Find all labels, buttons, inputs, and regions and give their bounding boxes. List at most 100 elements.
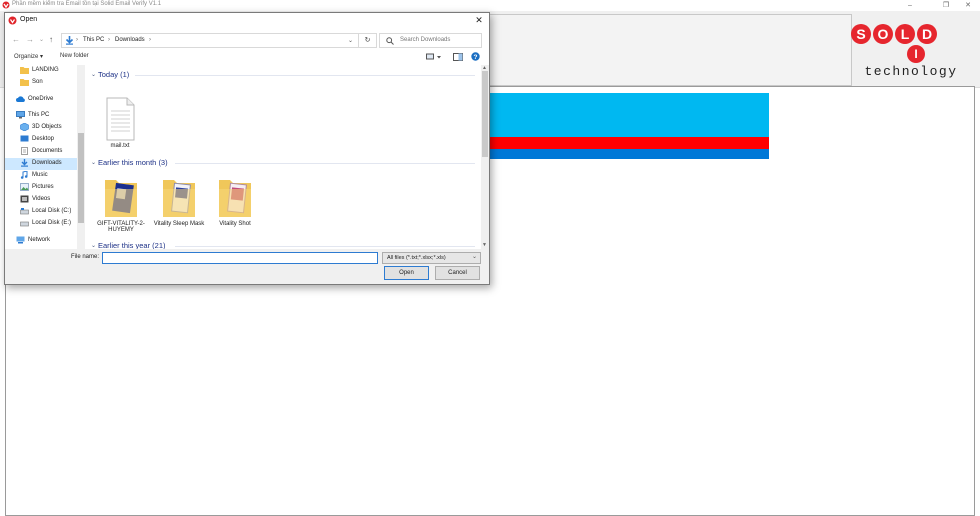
- nav-item-downloads[interactable]: Downloads: [5, 158, 77, 170]
- view-options-icon[interactable]: [426, 53, 442, 61]
- search-input[interactable]: Search Downloads: [400, 37, 450, 43]
- folder-item[interactable]: Vitality Shot: [209, 175, 261, 227]
- address-dropdown-icon[interactable]: ⌄: [348, 37, 353, 44]
- download-icon: [21, 159, 28, 167]
- nav-item-network[interactable]: Network: [5, 235, 73, 247]
- help-icon[interactable]: ?: [471, 52, 480, 61]
- file-type-value: All files (*.txt;*.xlsx;*.xls): [387, 255, 446, 261]
- nav-item-videos[interactable]: Videos: [5, 194, 77, 206]
- disk-icon: [20, 208, 29, 215]
- dialog-close-button[interactable]: ✕: [472, 14, 486, 26]
- nav-item-landing[interactable]: LANDING: [5, 65, 77, 77]
- grid-row[interactable]: [486, 121, 769, 137]
- nav-item-documents[interactable]: Documents: [5, 146, 77, 158]
- dialog-footer: File name: All files (*.txt;*.xlsx;*.xls…: [5, 249, 489, 284]
- group-header-earlier-this-year[interactable]: Earlier this year (21): [98, 241, 166, 249]
- group-divider: [175, 163, 475, 164]
- svg-text:S: S: [856, 26, 865, 42]
- group-header-earlier-this-month[interactable]: Earlier this month (3): [98, 158, 168, 167]
- organize-menu[interactable]: Organize ▾: [14, 53, 43, 60]
- nav-item-local-disk-e[interactable]: Local Disk (E:): [5, 218, 77, 230]
- folder-with-preview-icon: [105, 180, 137, 217]
- folder-icon: [20, 79, 29, 86]
- nav-item-desktop[interactable]: Desktop: [5, 134, 77, 146]
- documents-icon: [21, 147, 28, 155]
- app-title: Phần mềm kiểm tra Email tồn tại Solid Em…: [12, 1, 162, 7]
- text-file-icon: [106, 97, 135, 141]
- breadcrumb-sep-icon: ›: [149, 37, 151, 43]
- grid-row[interactable]: [486, 107, 769, 121]
- refresh-button[interactable]: ↻: [358, 33, 377, 48]
- nav-scrollbar-thumb[interactable]: [78, 133, 84, 223]
- maximize-button[interactable]: ❐: [936, 0, 956, 11]
- breadcrumb-downloads[interactable]: Downloads: [115, 37, 145, 43]
- forward-arrow-icon[interactable]: →: [26, 35, 34, 44]
- search-icon: [386, 37, 394, 45]
- file-type-select[interactable]: All files (*.txt;*.xlsx;*.xls) ⌄: [382, 252, 481, 264]
- dialog-title: Open: [20, 16, 38, 23]
- folder-item[interactable]: GIFT-VITALITY-2-HUYEMY: [95, 175, 147, 233]
- nav-item-onedrive[interactable]: OneDrive: [5, 94, 73, 106]
- collapse-chevron-icon[interactable]: ⌄: [91, 71, 96, 78]
- breadcrumb-this-pc[interactable]: This PC: [83, 37, 104, 43]
- scroll-up-icon[interactable]: ▲: [482, 65, 487, 71]
- file-name-input[interactable]: [102, 252, 378, 264]
- nav-item-local-disk-c[interactable]: Local Disk (C:): [5, 206, 77, 218]
- pc-icon: [16, 111, 25, 119]
- folder-item[interactable]: Vitality Sleep Mask: [153, 175, 205, 227]
- up-arrow-icon[interactable]: ↑: [49, 35, 53, 44]
- new-folder-button[interactable]: New folder: [60, 53, 89, 59]
- file-name: Vitality Shot: [219, 221, 251, 227]
- search-box[interactable]: Search Downloads: [379, 33, 482, 48]
- grid-row[interactable]: [486, 149, 769, 159]
- file-name: GIFT-VITALITY-2-HUYEMY: [97, 221, 145, 233]
- breadcrumb-sep-icon: ›: [76, 37, 78, 43]
- breadcrumb-sep-icon: ›: [108, 37, 110, 43]
- file-name-label: File name:: [71, 254, 100, 260]
- group-header-today[interactable]: Today (1): [98, 70, 129, 79]
- recent-chevron-icon[interactable]: ⌄: [39, 36, 44, 43]
- address-bar-row: ← → ⌄ ↑ › This PC › Downloads › ⌄ ↻ Sear…: [5, 31, 489, 49]
- grid-row[interactable]: [486, 137, 769, 149]
- cloud-icon: [16, 96, 25, 102]
- videos-icon: [20, 195, 29, 203]
- cube-icon: [20, 123, 29, 131]
- svg-text:technology: technology: [864, 64, 957, 78]
- close-app-button[interactable]: ✕: [958, 0, 978, 11]
- file-item[interactable]: mail.txt: [94, 97, 146, 149]
- nav-item-son[interactable]: Son: [5, 77, 77, 89]
- disk-icon: [20, 221, 29, 227]
- desktop-icon: [20, 135, 29, 142]
- folder-icon: [20, 67, 29, 74]
- nav-item-music[interactable]: Music: [5, 170, 77, 182]
- downloads-location-icon: [65, 36, 74, 45]
- nav-item-this-pc[interactable]: This PC: [5, 110, 73, 122]
- svg-text:L: L: [901, 26, 910, 42]
- dialog-app-icon: [8, 16, 17, 25]
- group-divider: [175, 246, 475, 247]
- file-name: Vitality Sleep Mask: [153, 221, 205, 227]
- scroll-down-icon[interactable]: ▼: [482, 242, 487, 248]
- open-button[interactable]: Open: [384, 266, 429, 280]
- grid-row[interactable]: [486, 93, 769, 107]
- nav-item-pictures[interactable]: Pictures: [5, 182, 77, 194]
- cancel-button[interactable]: Cancel: [435, 266, 480, 280]
- file-type-dropdown-icon: ⌄: [471, 254, 477, 260]
- solid-technology-logo: S O L D I technology: [851, 24, 957, 78]
- file-list-scrollbar-thumb[interactable]: [482, 71, 488, 157]
- app-titlebar: Phần mềm kiểm tra Email tồn tại Solid Em…: [0, 0, 980, 11]
- back-arrow-icon[interactable]: ←: [12, 35, 20, 44]
- folder-with-preview-icon: [219, 180, 251, 217]
- folder-with-preview-icon: [163, 180, 195, 217]
- preview-pane-icon[interactable]: [453, 53, 463, 61]
- nav-item-3d-objects[interactable]: 3D Objects: [5, 122, 77, 134]
- group-divider: [135, 75, 475, 76]
- dialog-toolbar: Organize ▾ New folder ?: [5, 50, 489, 65]
- minimize-button[interactable]: –: [900, 0, 920, 11]
- svg-text:D: D: [922, 26, 932, 42]
- file-list: ⌄ Today (1) mail.txt ⌄ Earlier this mont…: [87, 65, 481, 249]
- address-bar[interactable]: › This PC › Downloads › ⌄: [61, 33, 359, 48]
- collapse-chevron-icon[interactable]: ⌄: [91, 242, 96, 249]
- collapse-chevron-icon[interactable]: ⌄: [91, 159, 96, 166]
- svg-text:O: O: [878, 26, 889, 42]
